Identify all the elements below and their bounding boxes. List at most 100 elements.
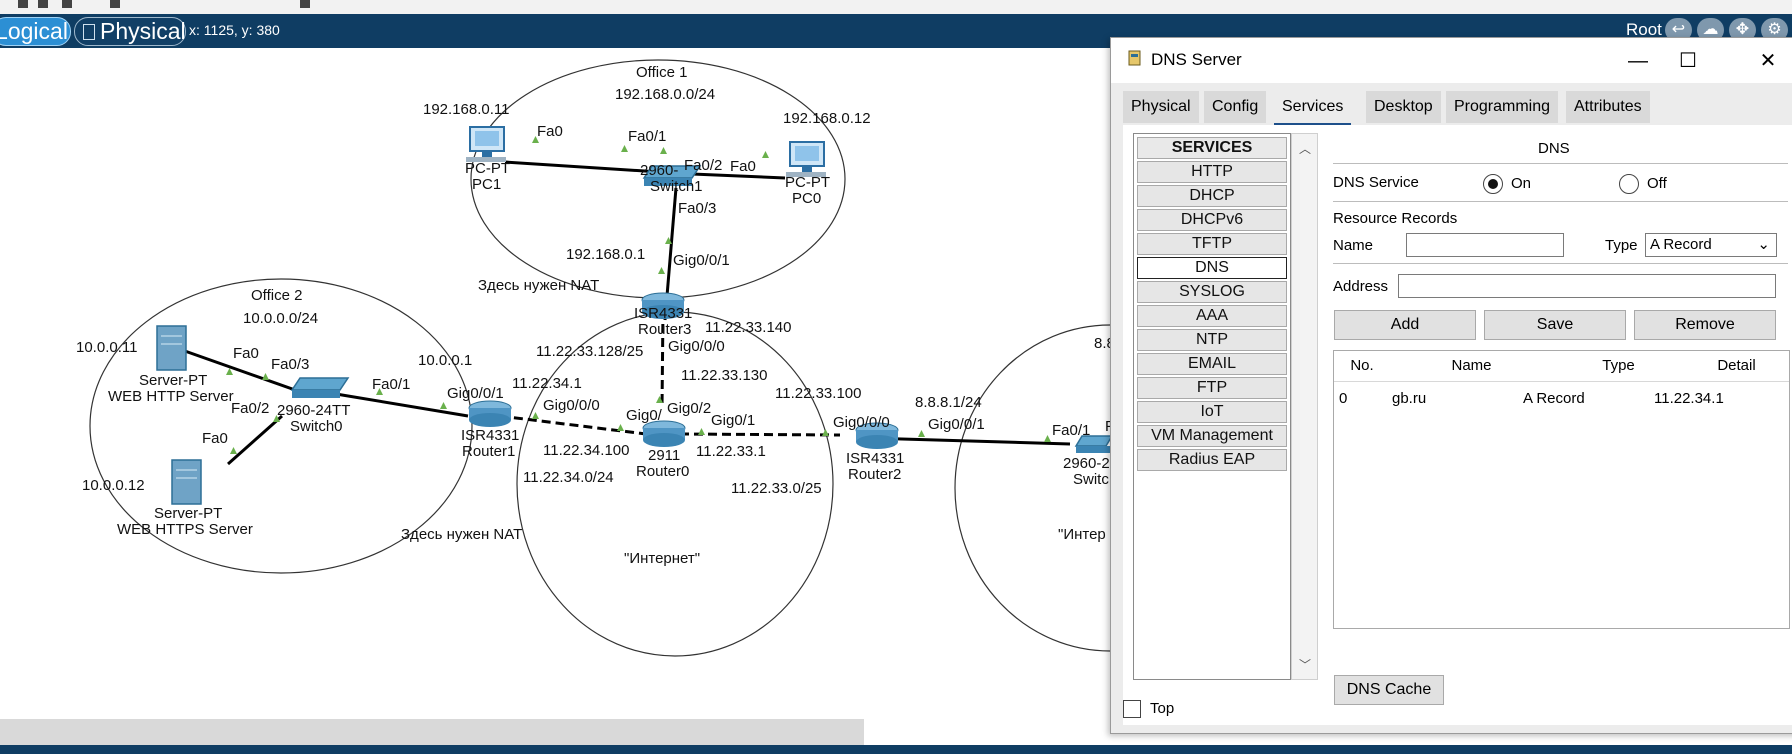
pc1-model: PC-PT: [465, 160, 510, 177]
gateway-ip: 192.168.0.1: [566, 246, 646, 263]
dns-off-radio[interactable]: [1619, 174, 1639, 194]
server-icon: [156, 325, 187, 371]
tab-desktop[interactable]: Desktop: [1366, 91, 1441, 123]
physical-icon: [83, 24, 95, 40]
toolbar-icon[interactable]: [110, 0, 120, 8]
port-label: Fa0/3: [271, 356, 310, 373]
pc1-ip: 192.168.0.11: [423, 101, 510, 118]
name-label: Name: [1333, 237, 1374, 254]
top-checkbox[interactable]: [1123, 700, 1141, 718]
canvas-horizontal-scrollbar[interactable]: [0, 719, 864, 745]
service-item-ftp[interactable]: FTP: [1137, 377, 1287, 399]
record-no: 0: [1339, 390, 1348, 407]
service-item-email[interactable]: EMAIL: [1137, 353, 1287, 375]
minimize-icon[interactable]: —: [1618, 46, 1658, 76]
remove-record-button[interactable]: Remove: [1634, 310, 1776, 340]
resource-records-table: No. Name Type Detail 0 gb.ru A Record 11…: [1333, 350, 1790, 629]
service-item-http[interactable]: HTTP: [1137, 161, 1287, 183]
port-label: Gig0/2: [667, 400, 712, 417]
record-detail: 11.22.34.1: [1654, 390, 1724, 407]
service-item-tftp[interactable]: TFTP: [1137, 233, 1287, 255]
record-name-input[interactable]: [1406, 233, 1564, 257]
column-header-no[interactable]: No.: [1334, 351, 1391, 382]
dns-server-window-icon: [1128, 50, 1141, 66]
chevron-up-icon[interactable]: ︿: [1299, 140, 1311, 157]
router-icon: [642, 420, 686, 447]
router1-model: ISR4331: [461, 427, 520, 444]
tab-attributes[interactable]: Attributes: [1566, 91, 1650, 123]
service-item-dns[interactable]: DNS: [1137, 257, 1287, 279]
add-record-button[interactable]: Add: [1334, 310, 1476, 340]
close-icon[interactable]: ✕: [1748, 46, 1788, 76]
service-item-aaa[interactable]: AAA: [1137, 305, 1287, 327]
link-router2-switchr: [867, 436, 1071, 446]
dns-cache-button[interactable]: DNS Cache: [1334, 675, 1444, 705]
link-pc1-switch1: [504, 160, 661, 174]
column-header-name[interactable]: Name: [1390, 351, 1554, 382]
router2-model: ISR4331: [846, 450, 905, 467]
ip-label: 11.22.33.140: [705, 319, 792, 336]
record-name: gb.ru: [1392, 390, 1427, 407]
nat-note: Здесь нужен NAT: [478, 277, 600, 294]
service-item-vm-management[interactable]: VM Management: [1137, 425, 1287, 447]
port-label: Gig0/0/1: [928, 416, 985, 433]
server-http-name: WEB HTTP Server: [108, 388, 234, 405]
service-item-dhcp[interactable]: DHCP: [1137, 185, 1287, 207]
service-item-syslog[interactable]: SYSLOG: [1137, 281, 1287, 303]
physical-mode-label: Physical: [100, 18, 186, 44]
top-toolbar-strip: [0, 0, 1792, 15]
port-label: Fa0/3: [678, 200, 717, 217]
office2-title: Office 2: [251, 287, 303, 304]
chevron-down-icon[interactable]: ﹀: [1299, 656, 1311, 673]
tab-programming[interactable]: Programming: [1446, 91, 1559, 123]
switch1-model: 2960-: [640, 162, 679, 179]
pc0-ip: 192.168.0.12: [783, 110, 871, 127]
switch-icon: [290, 377, 350, 398]
port-label: Gig0/0/1: [447, 385, 504, 402]
column-header-detail[interactable]: Detail: [1684, 351, 1789, 382]
port-label: Fa0/2: [684, 157, 723, 174]
services-scrollbar[interactable]: ︿ ﹀: [1291, 133, 1318, 680]
services-header: SERVICES: [1137, 137, 1287, 159]
network-label: 11.22.34.0/24: [523, 469, 614, 486]
port-label: Fa0: [233, 345, 259, 362]
port-label: Gig0/1: [711, 412, 756, 429]
server-icon: [171, 459, 202, 505]
dns-window-titlebar[interactable]: DNS Server — ☐ ✕: [1111, 38, 1792, 83]
service-item-radius-eap[interactable]: Radius EAP: [1137, 449, 1287, 471]
record-type-select[interactable]: A Record ⌄: [1645, 233, 1777, 257]
dns-on-radio[interactable]: [1483, 174, 1503, 194]
router0-model: 2911: [648, 447, 681, 464]
chevron-down-icon: ⌄: [1757, 236, 1770, 253]
maximize-icon[interactable]: ☐: [1668, 46, 1708, 76]
tab-config[interactable]: Config: [1204, 91, 1267, 123]
pc-icon: [466, 126, 506, 162]
dns-window-title: DNS Server: [1151, 50, 1242, 69]
router3-model: ISR4331: [634, 305, 693, 322]
record-type-value: A Record: [1650, 236, 1712, 253]
tab-physical[interactable]: Physical: [1123, 91, 1199, 123]
column-header-type[interactable]: Type: [1553, 351, 1685, 382]
service-item-iot[interactable]: IoT: [1137, 401, 1287, 423]
record-address-input[interactable]: [1398, 274, 1776, 298]
port-label: Fa0: [202, 430, 228, 447]
pc-icon: [786, 141, 826, 177]
physical-mode-button[interactable]: Physical: [74, 17, 186, 46]
service-item-dhcpv6[interactable]: DHCPv6: [1137, 209, 1287, 231]
switch-right-model: 2960-2: [1063, 455, 1110, 472]
dns-config-panel: DNS DNS Service On Off Resource Records …: [1333, 133, 1790, 705]
toolbar-icon[interactable]: [18, 0, 28, 8]
switch0-model: 2960-24TT: [277, 402, 351, 419]
tab-services[interactable]: Services: [1274, 91, 1352, 126]
divider: [1333, 263, 1788, 264]
service-item-ntp[interactable]: NTP: [1137, 329, 1287, 351]
toolbar-icon[interactable]: [62, 0, 72, 8]
office2-network: 10.0.0.0/24: [243, 310, 319, 327]
toolbar-icon[interactable]: [300, 0, 310, 8]
save-record-button[interactable]: Save: [1484, 310, 1626, 340]
office1-title: Office 1: [636, 64, 688, 81]
logical-mode-button[interactable]: Logical: [0, 17, 71, 46]
port-label: Fa0: [730, 158, 756, 175]
toolbar-icon[interactable]: [38, 0, 48, 8]
router2-name: Router2: [848, 466, 902, 483]
